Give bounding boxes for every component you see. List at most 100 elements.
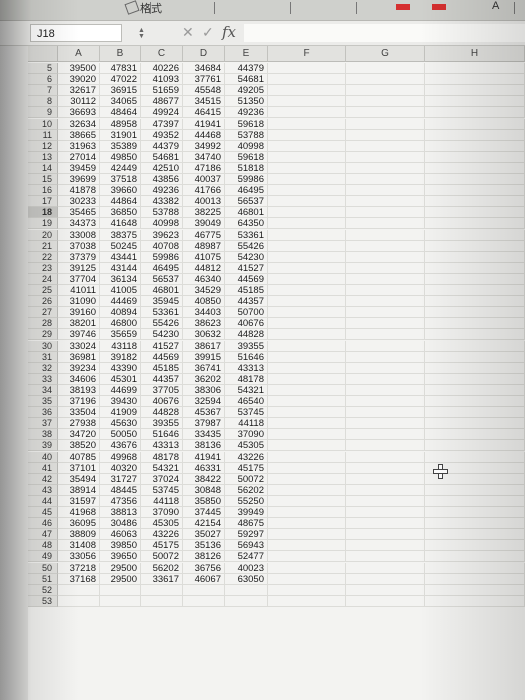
cell-h[interactable] <box>425 396 525 407</box>
cell-d[interactable]: 46340 <box>183 273 225 285</box>
cell-b[interactable]: 46800 <box>100 318 141 330</box>
cell-h[interactable] <box>425 529 525 541</box>
cell-a[interactable]: 40785 <box>58 451 100 463</box>
cell-e[interactable]: 55250 <box>225 495 268 507</box>
cell-e[interactable]: 52477 <box>225 551 268 563</box>
confirm-icon[interactable]: ✓ <box>202 24 214 41</box>
row-header[interactable]: 41 <box>28 462 58 474</box>
cell-e[interactable]: 44357 <box>225 296 268 308</box>
cell-a[interactable]: 39160 <box>58 307 100 319</box>
cell-b[interactable]: 29500 <box>100 573 141 585</box>
cell-a[interactable]: 37704 <box>58 273 100 285</box>
cell-h[interactable] <box>425 96 525 108</box>
cell-g[interactable] <box>346 473 425 485</box>
cell-g[interactable] <box>346 74 425 86</box>
cell-c[interactable]: 37024 <box>141 473 183 485</box>
cell-d[interactable]: 38225 <box>183 207 225 219</box>
cell-a[interactable]: 39459 <box>58 162 100 174</box>
cell-h[interactable] <box>425 251 525 263</box>
cell-c[interactable]: 44118 <box>141 495 183 507</box>
cell-e[interactable]: 55426 <box>225 240 268 252</box>
cell-h[interactable] <box>425 340 525 352</box>
cell-c[interactable]: 44357 <box>141 373 183 385</box>
cell-d[interactable]: 30632 <box>183 329 225 341</box>
row-header[interactable]: 23 <box>28 262 58 274</box>
cell-b[interactable] <box>100 595 141 607</box>
cell-c[interactable]: 54230 <box>141 329 183 341</box>
cell-g[interactable] <box>346 518 425 530</box>
cell-e[interactable]: 56943 <box>225 540 268 552</box>
cell-h[interactable] <box>425 207 525 219</box>
cell-b[interactable]: 36915 <box>100 85 141 97</box>
cell-a[interactable]: 39699 <box>58 174 100 185</box>
column-header-g[interactable]: G <box>346 46 425 62</box>
fill-color-swatch[interactable] <box>396 4 410 10</box>
cell-g[interactable] <box>346 373 425 385</box>
cell-a[interactable]: 41968 <box>58 507 100 518</box>
cell-h[interactable] <box>425 518 525 530</box>
cell-c[interactable]: 54321 <box>141 462 183 474</box>
cell-d[interactable] <box>183 595 225 607</box>
cell-b[interactable]: 36850 <box>100 207 141 219</box>
cell-g[interactable] <box>346 551 425 563</box>
cell-c[interactable]: 44379 <box>141 140 183 152</box>
cell-h[interactable] <box>425 151 525 163</box>
cell-b[interactable]: 39660 <box>100 185 141 197</box>
column-header-h[interactable]: H <box>425 46 525 62</box>
row-header[interactable]: 7 <box>28 85 58 97</box>
cell-d[interactable]: 39049 <box>183 218 225 230</box>
cell-d[interactable]: 46067 <box>183 573 225 585</box>
worksheet-grid[interactable]: A B C D E F G H 5 39500 47831 40226 34684 44379 6 39020… <box>28 46 525 700</box>
cell-b[interactable]: 37518 <box>100 174 141 185</box>
row-header[interactable]: 12 <box>28 140 58 152</box>
cell-d[interactable]: 38126 <box>183 551 225 563</box>
row-header[interactable]: 24 <box>28 273 58 285</box>
cell-c[interactable]: 41093 <box>141 74 183 86</box>
cell-c[interactable]: 42510 <box>141 162 183 174</box>
cell-b[interactable]: 43390 <box>100 362 141 374</box>
cell-h[interactable] <box>425 162 525 174</box>
row-header[interactable]: 43 <box>28 484 58 496</box>
cell-a[interactable] <box>58 595 100 607</box>
name-box-dropdown-icon[interactable]: ▲ ▼ <box>138 27 145 40</box>
row-header[interactable]: 39 <box>28 440 58 452</box>
cell-f[interactable] <box>268 296 346 308</box>
row-header[interactable]: 38 <box>28 429 58 441</box>
cell-g[interactable] <box>346 162 425 174</box>
cell-e[interactable]: 54321 <box>225 384 268 396</box>
cell-d[interactable]: 32594 <box>183 396 225 407</box>
cell-b[interactable]: 49968 <box>100 451 141 463</box>
cell-h[interactable] <box>425 418 525 430</box>
cell-f[interactable] <box>268 63 346 74</box>
cell-g[interactable] <box>346 340 425 352</box>
cancel-icon[interactable]: ✕ <box>182 24 194 41</box>
cell-b[interactable]: 46063 <box>100 529 141 541</box>
cell-c[interactable]: 45175 <box>141 540 183 552</box>
row-header[interactable]: 22 <box>28 251 58 263</box>
cell-f[interactable] <box>268 529 346 541</box>
cell-f[interactable] <box>268 85 346 97</box>
row-header[interactable]: 46 <box>28 518 58 530</box>
cell-a[interactable]: 38809 <box>58 529 100 541</box>
cell-f[interactable] <box>268 384 346 396</box>
cell-f[interactable] <box>268 351 346 363</box>
cell-g[interactable] <box>346 396 425 407</box>
row-header[interactable]: 37 <box>28 418 58 430</box>
cell-a[interactable]: 36981 <box>58 351 100 363</box>
cell-f[interactable] <box>268 584 346 596</box>
cell-e[interactable]: 56537 <box>225 196 268 208</box>
cell-d[interactable]: 41766 <box>183 185 225 197</box>
cell-f[interactable] <box>268 418 346 430</box>
cell-d[interactable]: 42154 <box>183 518 225 530</box>
cell-b[interactable]: 41909 <box>100 407 141 419</box>
cell-b[interactable]: 48464 <box>100 107 141 119</box>
cell-d[interactable]: 37445 <box>183 507 225 518</box>
cell-a[interactable]: 34606 <box>58 373 100 385</box>
row-header[interactable]: 45 <box>28 507 58 518</box>
cell-b[interactable]: 47022 <box>100 74 141 86</box>
cell-g[interactable] <box>346 151 425 163</box>
cell-c[interactable]: 43313 <box>141 440 183 452</box>
row-header[interactable]: 15 <box>28 174 58 185</box>
cell-e[interactable]: 44569 <box>225 273 268 285</box>
cell-e[interactable]: 46495 <box>225 185 268 197</box>
